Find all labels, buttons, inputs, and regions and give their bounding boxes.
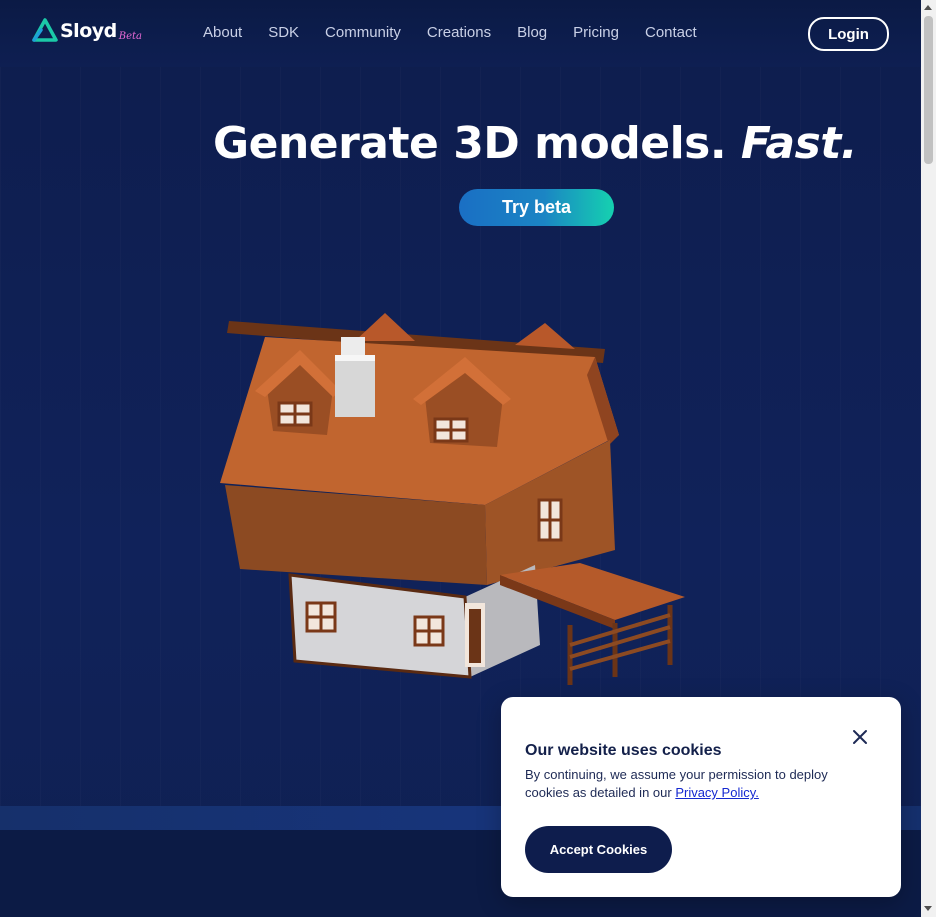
privacy-policy-link[interactable]: Privacy Policy. xyxy=(675,785,759,800)
hero-title-emphasis: Fast. xyxy=(740,118,858,169)
accept-cookies-button[interactable]: Accept Cookies xyxy=(525,826,672,873)
nav-item-contact[interactable]: Contact xyxy=(632,22,710,44)
try-beta-button[interactable]: Try beta xyxy=(459,189,614,226)
cookie-banner: Our website uses cookies By continuing, … xyxy=(501,697,901,897)
cookie-description: By continuing, we assume your permission… xyxy=(525,766,875,802)
nav-item-sdk[interactable]: SDK xyxy=(255,22,312,44)
top-navigation: Sloyd Beta About SDK Community Creations… xyxy=(0,0,921,67)
nav-links: About SDK Community Creations Blog Prici… xyxy=(190,22,710,44)
close-icon[interactable] xyxy=(850,727,870,747)
scrollbar-thumb[interactable] xyxy=(924,16,933,164)
scroll-up-arrow-icon[interactable] xyxy=(924,5,932,10)
sloyd-logo[interactable]: Sloyd Beta xyxy=(32,15,142,47)
logo-beta-badge: Beta xyxy=(118,30,142,42)
logo-text: Sloyd xyxy=(60,20,117,42)
nav-item-about[interactable]: About xyxy=(190,22,255,44)
logo-mark-icon xyxy=(32,18,58,42)
nav-item-community[interactable]: Community xyxy=(312,22,414,44)
nav-item-creations[interactable]: Creations xyxy=(414,22,504,44)
cookie-title: Our website uses cookies xyxy=(525,742,722,759)
hero-title-main: Generate 3D models. xyxy=(212,118,741,169)
nav-item-pricing[interactable]: Pricing xyxy=(560,22,632,44)
nav-item-blog[interactable]: Blog xyxy=(504,22,560,44)
hero-title: Generate 3D models. Fast. xyxy=(0,118,936,169)
scroll-down-arrow-icon[interactable] xyxy=(924,906,932,911)
house-3d-model-image xyxy=(220,313,685,685)
vertical-scrollbar[interactable] xyxy=(921,0,936,917)
login-button[interactable]: Login xyxy=(808,17,889,51)
